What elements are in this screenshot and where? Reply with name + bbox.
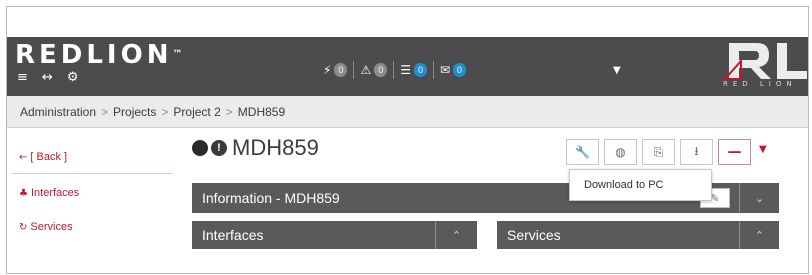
breadcrumb-separator: >	[225, 104, 233, 119]
breadcrumb-separator: >	[161, 104, 169, 119]
sidebar: ←[ Back ] ♣ Interfaces ↻ Services	[7, 129, 177, 273]
server-count-badge: 0	[413, 63, 427, 77]
warning-counter[interactable]: ⚠ 0	[354, 61, 395, 79]
sidebar-item-label: Services	[30, 221, 73, 233]
breadcrumb-separator: >	[101, 104, 109, 119]
status-dot-icon	[192, 140, 208, 156]
breadcrumb-item-project-2[interactable]: Project 2	[173, 105, 220, 119]
interfaces-panel-title: Interfaces	[202, 227, 264, 243]
redlion-logo: REDLION™	[15, 40, 183, 70]
remove-button[interactable]: —	[718, 139, 751, 165]
envelope-icon: ✉	[439, 63, 451, 77]
sidebar-item-services[interactable]: ↻ Services	[19, 221, 73, 233]
device-toolbar: 🔧 ◍ ⎘ ⭳ —	[566, 139, 756, 165]
wrench-button[interactable]: 🔧	[566, 139, 599, 165]
interfaces-panel-header[interactable]: Interfaces ⌃	[192, 221, 477, 249]
server-counter[interactable]: ☰ 0	[394, 61, 434, 79]
more-actions-caret-icon[interactable]: ▼	[759, 144, 767, 155]
message-counter[interactable]: ✉ 0	[434, 61, 472, 79]
dashboard-icon: ◍	[615, 145, 626, 159]
refresh-icon: ↻	[19, 222, 28, 233]
user-dropdown-caret-icon[interactable]: ▼	[613, 65, 621, 76]
sidebar-item-label: Interfaces	[30, 187, 80, 199]
bolt-icon: ⚡	[323, 63, 332, 77]
sitemap-icon: ♣	[19, 188, 28, 199]
alarm-counter[interactable]: ⚡ 0	[317, 61, 355, 79]
services-collapse-button[interactable]: ⌃	[739, 221, 779, 249]
arrow-left-icon: ←	[19, 152, 28, 163]
breadcrumb-item-current: MDH859	[237, 104, 286, 119]
information-collapse-button[interactable]: ⌄	[739, 183, 779, 213]
minus-icon: —	[727, 144, 742, 160]
download-tooltip: Download to PC	[569, 169, 712, 201]
chevron-down-icon: ⌄	[754, 191, 765, 205]
breadcrumb-item-administration[interactable]: Administration	[20, 105, 96, 119]
status-counters: ⚡ 0 ⚠ 0 ☰ 0 ✉ 0	[317, 61, 472, 79]
page-header: ! MDH859	[192, 135, 319, 161]
chevron-up-icon: ⌃	[451, 228, 462, 242]
alert-circle-icon: !	[211, 140, 227, 156]
breadcrumb-item-projects[interactable]: Projects	[113, 105, 156, 119]
collapse-icon[interactable]: ↔	[42, 71, 53, 85]
alarm-count-badge: 0	[334, 63, 348, 77]
settings-icon[interactable]: ⚙	[67, 71, 79, 85]
download-button[interactable]: ⭳	[680, 139, 713, 165]
interfaces-collapse-button[interactable]: ⌃	[435, 221, 477, 249]
menu-icon[interactable]: ≡	[17, 71, 28, 85]
copy-icon: ⎘	[653, 144, 664, 159]
services-panel-title: Services	[507, 227, 561, 243]
page-title: MDH859	[232, 135, 319, 160]
chevron-up-icon: ⌃	[754, 228, 765, 242]
top-header: REDLION™ ≡ ↔ ⚙ ⚡ 0 ⚠ 0 ☰ 0 ✉ 0 ▼ RED LIO…	[7, 37, 808, 96]
server-icon: ☰	[400, 63, 411, 77]
sidebar-divider	[11, 173, 173, 174]
dashboard-button[interactable]: ◍	[604, 139, 637, 165]
sidebar-item-interfaces[interactable]: ♣ Interfaces	[19, 187, 79, 199]
information-panel-title: Information - MDH859	[202, 190, 340, 206]
breadcrumb: Administration > Projects > Project 2 > …	[7, 96, 808, 128]
download-icon: ⭳	[694, 143, 699, 158]
rl-logo-text: RED LION	[723, 80, 797, 88]
warning-count-badge: 0	[374, 63, 388, 77]
message-count-badge: 0	[453, 63, 467, 77]
header-nav-icons: ≡ ↔ ⚙	[17, 71, 78, 85]
warning-icon: ⚠	[360, 63, 372, 77]
services-panel-header[interactable]: Services ⌃	[497, 221, 779, 249]
app-window: REDLION™ ≡ ↔ ⚙ ⚡ 0 ⚠ 0 ☰ 0 ✉ 0 ▼ RED LIO…	[6, 6, 809, 274]
wrench-icon: 🔧	[575, 145, 590, 159]
sidebar-item-label: [ Back ]	[30, 151, 68, 163]
copy-button[interactable]: ⎘	[642, 139, 675, 165]
sidebar-item-back[interactable]: ←[ Back ]	[19, 151, 67, 163]
